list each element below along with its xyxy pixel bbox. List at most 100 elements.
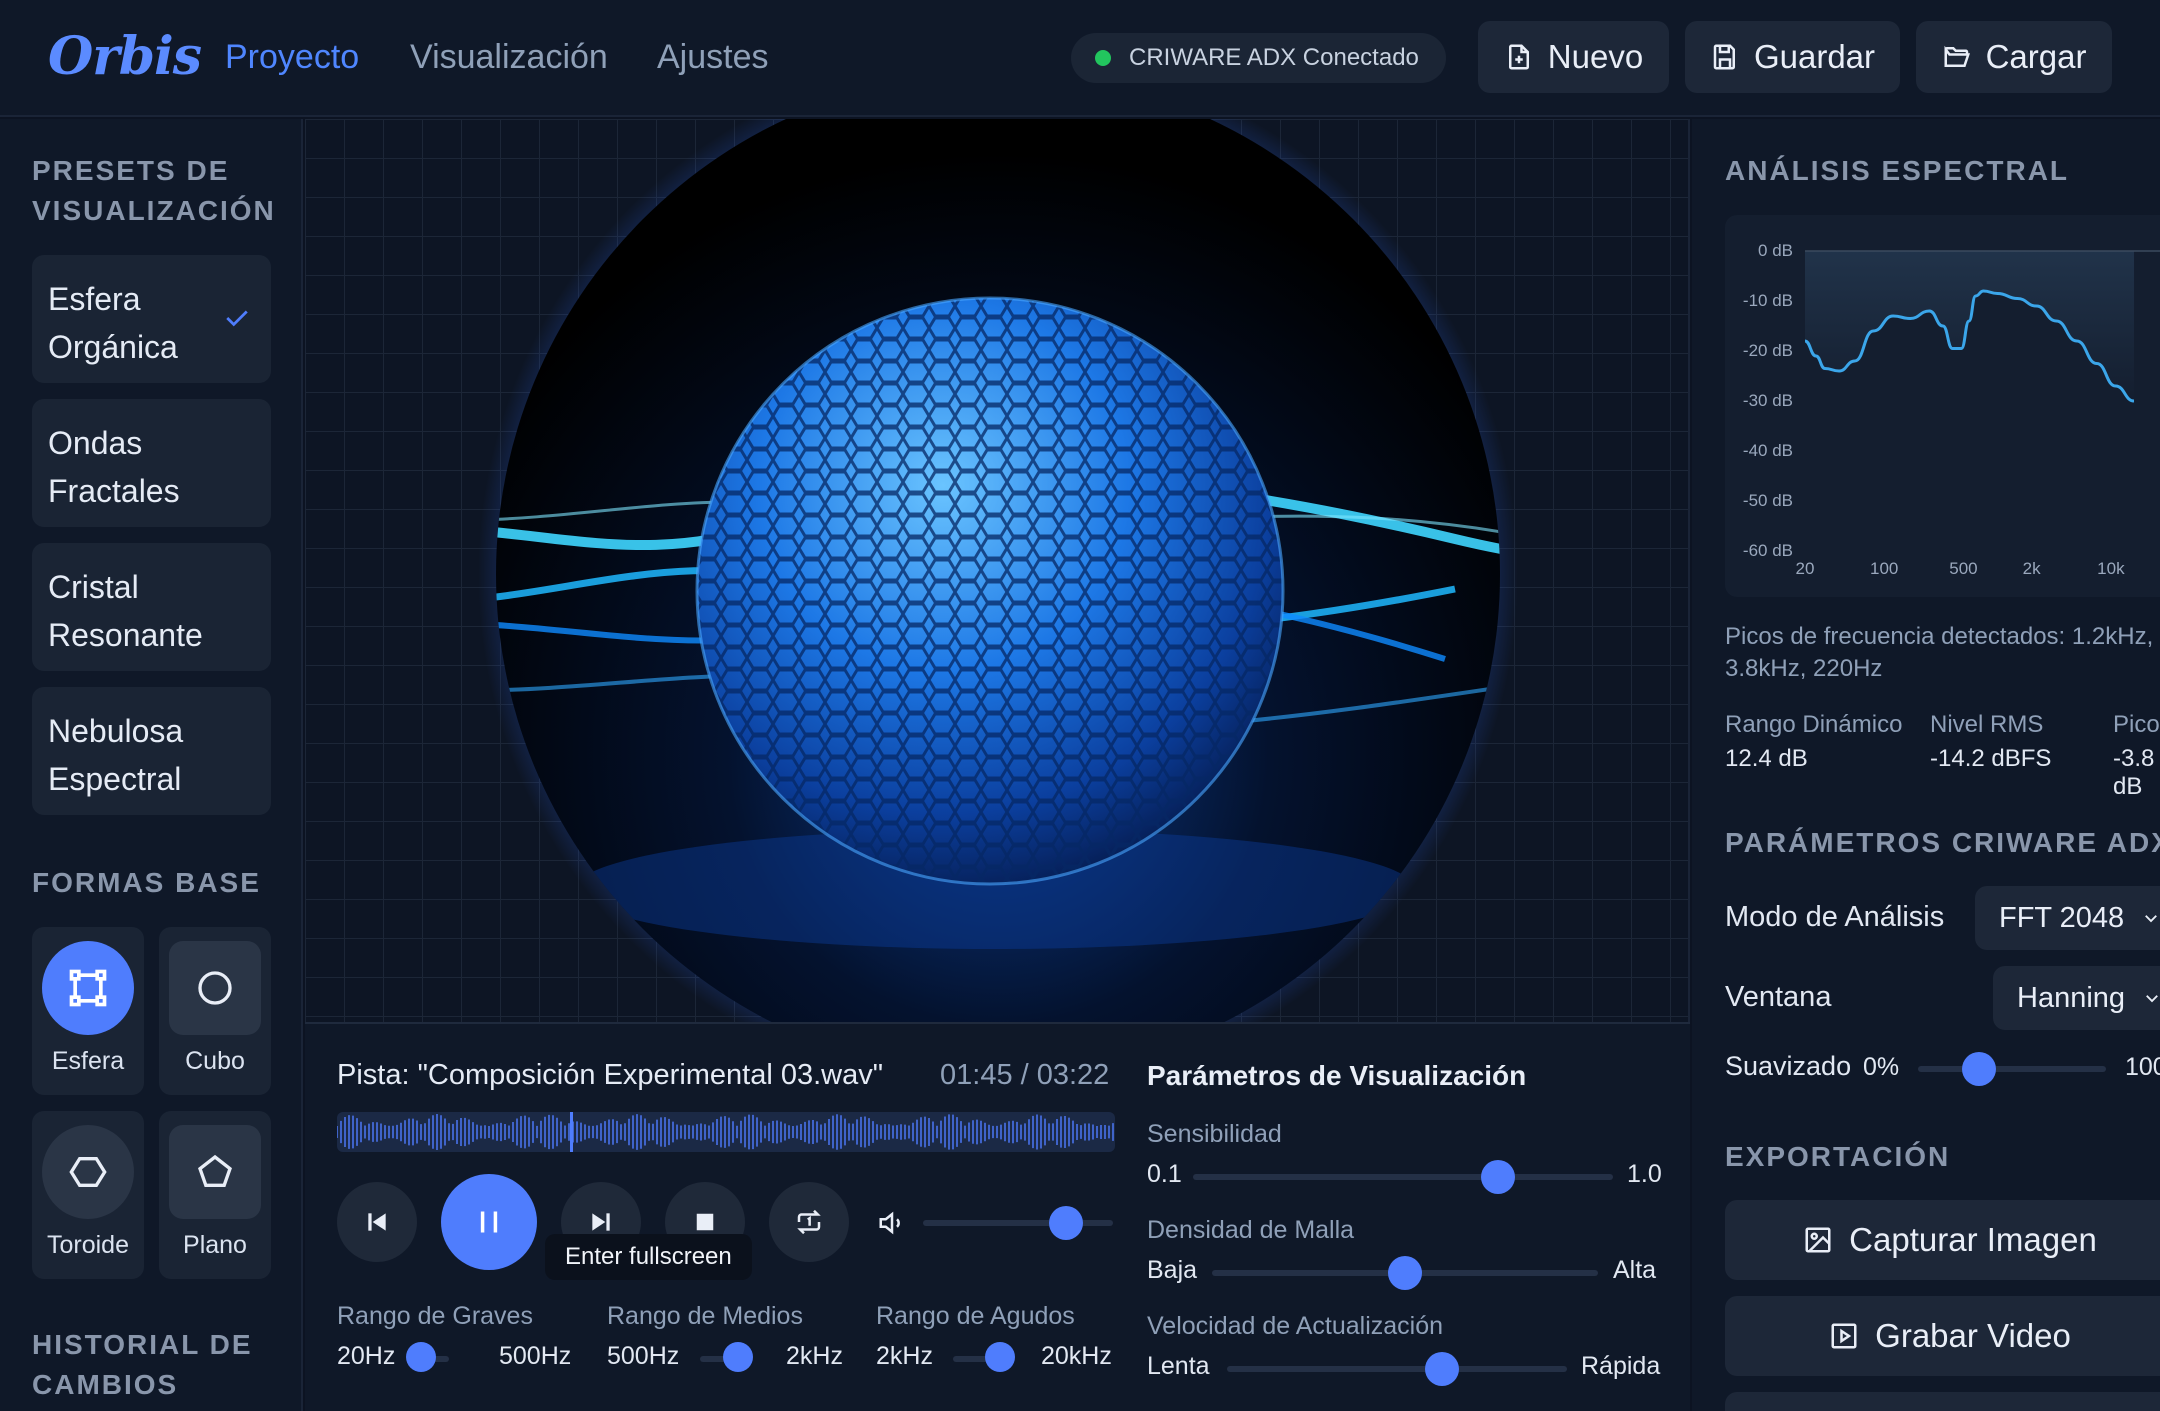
history-title-line1: HISTORIAL DE (32, 1329, 253, 1360)
window-select[interactable]: Hanning (1993, 966, 2160, 1030)
stop-icon (696, 1213, 714, 1231)
preset-label-line1: Cristal (48, 569, 139, 605)
spectrum-area (1805, 251, 2135, 401)
x-tick-label: 500 (1949, 559, 1977, 578)
shape-label: Plano (183, 1231, 247, 1259)
loop-button[interactable] (769, 1182, 849, 1262)
sensitivity-thumb[interactable] (1481, 1160, 1515, 1194)
mid-range-max: 2kHz (786, 1342, 843, 1370)
stat-peak: Pico -3.8 dB (2113, 711, 2160, 801)
spectrum-plot: 0 dB -10 dB -20 dB -30 dB -40 dB -50 dB -60 dB… (1743, 241, 2160, 578)
smoothing-track[interactable] (1918, 1066, 2106, 1072)
volume-icon[interactable] (877, 1208, 907, 1238)
preset-label-line1: Nebulosa (48, 713, 184, 749)
stat-label: Nivel RMS (1930, 711, 2044, 738)
shape-toroide[interactable]: Toroide (32, 1111, 144, 1279)
shape-plano[interactable]: Plano (159, 1111, 271, 1279)
export-button-partial[interactable] (1725, 1392, 2160, 1411)
stat-value: 12.4 dB (1725, 745, 1808, 772)
history-title-line2: CAMBIOS (32, 1369, 179, 1400)
volume-slider-thumb[interactable] (1048, 1206, 1083, 1240)
bass-range-thumb[interactable] (406, 1342, 436, 1372)
y-tick-label: -10 dB (1743, 291, 1793, 310)
load-button[interactable]: Cargar (1916, 21, 2112, 93)
sensitivity-track[interactable] (1193, 1174, 1613, 1180)
capture-image-label: Capturar Imagen (1849, 1221, 2097, 1258)
spectrum-chart: 0 dB -10 dB -20 dB -30 dB -40 dB -50 dB -60 dB… (1725, 215, 2160, 597)
x-tick-label: 20 (1796, 559, 1815, 578)
bass-range-title: Rango de Graves (337, 1302, 533, 1330)
sensitivity-min: 0.1 (1147, 1160, 1182, 1188)
folder-open-icon (1944, 45, 1970, 67)
preset-nebulosa-espectral[interactable]: Nebulosa Espectral (32, 687, 271, 815)
nav-tab-visualizacion[interactable]: Visualización (410, 38, 608, 77)
nav-tab-proyecto[interactable]: Proyecto (225, 38, 359, 77)
treble-range-max: 20kHz (1041, 1342, 1112, 1370)
save-icon (1713, 44, 1735, 70)
save-button[interactable]: Guardar (1685, 21, 1900, 93)
new-button[interactable]: Nuevo (1478, 21, 1669, 93)
preset-esfera-organica[interactable]: Esfera Orgánica (32, 255, 271, 383)
nav-tab-ajustes[interactable]: Ajustes (657, 38, 769, 77)
y-tick-label: -40 dB (1743, 441, 1793, 460)
spectral-section-title: ANÁLISIS ESPECTRAL (1725, 155, 2070, 186)
waveform (337, 1114, 1114, 1150)
smoothing-thumb[interactable] (1962, 1052, 1996, 1086)
video-icon (1831, 1323, 1857, 1349)
mid-range-min: 500Hz (607, 1342, 680, 1370)
preset-cristal-resonante[interactable]: Cristal Resonante (32, 543, 271, 671)
connection-status-badge: CRIWARE ADX Conectado (1071, 33, 1446, 83)
app-header: Orbis Proyecto Visualización Ajustes CRI… (0, 0, 2160, 117)
visualization-canvas[interactable] (305, 119, 1690, 1022)
waveform-bars (337, 1114, 1114, 1150)
presets-section-title: PRESETS DE VISUALIZACIÓN (32, 151, 276, 231)
update-speed-thumb[interactable] (1425, 1352, 1459, 1386)
mesh-density-min: Baja (1147, 1256, 1198, 1284)
treble-range-thumb[interactable] (985, 1342, 1015, 1372)
stat-dynamic-range: Rango Dinámico 12.4 dB (1725, 711, 1902, 773)
previous-button[interactable] (337, 1182, 417, 1262)
record-video-button[interactable]: Grabar Video (1725, 1296, 2160, 1376)
y-tick-label: 0 dB (1758, 241, 1793, 260)
shape-cubo[interactable]: Cubo (159, 927, 271, 1095)
stat-value: -3.8 dB (2113, 745, 2155, 800)
analysis-mode-select[interactable]: FFT 2048 (1975, 886, 2160, 950)
update-speed-max: Rápida (1581, 1352, 1661, 1380)
mesh-density-max: Alta (1613, 1256, 1657, 1284)
mesh-density-thumb[interactable] (1388, 1256, 1422, 1290)
mid-range-thumb[interactable] (723, 1342, 753, 1372)
chevron-down-icon (2145, 915, 2158, 923)
hexagon-icon (42, 1125, 134, 1219)
analysis-mode-label: Modo de Análisis (1725, 901, 1945, 933)
smoothing-min: 0% (1863, 1053, 1900, 1081)
peaks-line2: 3.8kHz, 220Hz (1725, 655, 1883, 682)
pause-icon (480, 1211, 498, 1233)
shape-esfera[interactable]: Esfera (32, 927, 144, 1095)
preset-label-line2: Fractales (48, 473, 180, 509)
capture-image-button[interactable]: Capturar Imagen (1725, 1200, 2160, 1280)
visualization-render (478, 119, 1518, 1022)
stat-value: -14.2 dBFS (1930, 745, 2052, 772)
save-button-label: Guardar (1753, 38, 1876, 75)
chevron-down-icon (2146, 995, 2158, 1003)
update-speed-track[interactable] (1227, 1366, 1567, 1372)
bass-range-min: 20Hz (337, 1342, 396, 1370)
new-file-icon (1508, 44, 1529, 70)
pentagon-icon (169, 1125, 261, 1219)
load-button-label: Cargar (1985, 38, 2087, 75)
playhead[interactable] (570, 1112, 574, 1152)
right-panel: ANÁLISIS ESPECTRAL 0 dB -10 dB -20 dB -30 d… (1692, 119, 2160, 1411)
pause-button[interactable] (441, 1174, 537, 1270)
smoothing-label: Suavizado (1725, 1051, 1852, 1081)
circle-icon (169, 941, 261, 1035)
connection-status-text: CRIWARE ADX Conectado (1129, 44, 1419, 71)
waveform-scrubber[interactable] (337, 1112, 1115, 1152)
left-sidebar: PRESETS DE VISUALIZACIÓN Esfera Orgánica… (0, 119, 303, 1411)
update-speed-label: Velocidad de Actualización (1147, 1312, 1444, 1340)
image-icon (1805, 1227, 1831, 1253)
smoothing-max: 100% (2125, 1053, 2160, 1081)
criware-section-title: PARÁMETROS CRIWARE ADX (1725, 827, 2160, 858)
volume-slider-track[interactable] (923, 1220, 1113, 1226)
preset-ondas-fractales[interactable]: Ondas Fractales (32, 399, 271, 527)
sphere-cells (697, 298, 1283, 884)
